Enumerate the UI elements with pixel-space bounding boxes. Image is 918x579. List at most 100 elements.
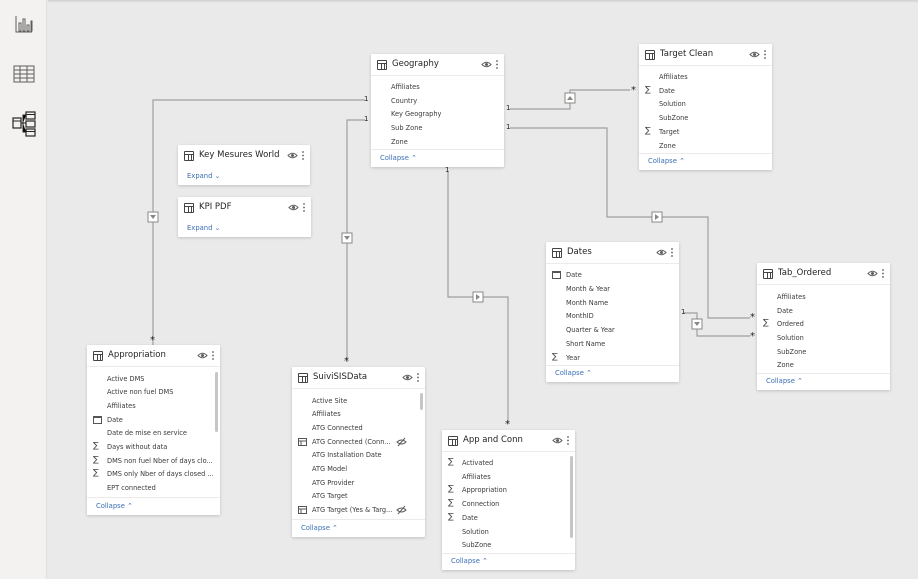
table-header[interactable]: App and Conn [442, 430, 575, 452]
field-row[interactable]: ∑ Target [639, 126, 772, 139]
more-options-icon[interactable] [301, 150, 305, 161]
field-row[interactable]: ∑ Connection [442, 498, 570, 511]
field-row[interactable]: Date de mise en service [87, 427, 215, 440]
table-card-appropriation[interactable]: Appropriation Active DMS Active non fuel… [87, 345, 220, 515]
eye-icon[interactable] [481, 59, 492, 70]
field-row[interactable]: Affiliates [757, 291, 890, 304]
field-row[interactable]: Zone [639, 140, 772, 153]
eye-icon[interactable] [656, 247, 667, 258]
field-row[interactable]: ∑ DMS only Nber of days closed ... [87, 468, 215, 481]
field-row[interactable]: Affiliates [292, 408, 420, 421]
table-header[interactable]: Key Mesures World [178, 145, 310, 167]
scrollbar[interactable] [215, 372, 218, 432]
field-row[interactable]: Affiliates [442, 471, 570, 484]
eye-icon[interactable] [287, 150, 298, 161]
table-card-target-clean[interactable]: Target Clean Affiliates ∑ Date Solution S… [639, 44, 772, 170]
collapse-link[interactable]: Collapse ⌃ [648, 157, 685, 165]
table-header[interactable]: Tab_Ordered [757, 263, 890, 285]
eye-icon[interactable] [867, 268, 878, 279]
eye-icon[interactable] [749, 49, 760, 60]
table-header[interactable]: KPI PDF [178, 197, 311, 219]
table-card-dates[interactable]: Dates Date Month & Year Month Name Month… [546, 242, 679, 382]
table-header[interactable]: SuiviSISData [292, 367, 425, 389]
field-row[interactable]: ATG Model [292, 463, 420, 476]
field-row[interactable]: ATG Target (Yes & Targ... [292, 504, 420, 517]
field-row[interactable]: Solution [442, 526, 570, 539]
field-row[interactable]: ATG Connected (Conn... [292, 436, 420, 449]
field-row[interactable]: MonthID [546, 310, 679, 323]
field-row[interactable]: Key Geography [371, 108, 504, 121]
more-options-icon[interactable] [302, 202, 306, 213]
field-row[interactable]: ATG Provider [292, 477, 420, 490]
scrollbar[interactable] [570, 456, 573, 538]
field-row[interactable]: ∑ Year [546, 352, 679, 365]
field-row[interactable]: ∑ DMS non fuel Nber of days clo... [87, 455, 215, 468]
field-row[interactable]: Date [546, 269, 679, 282]
more-options-icon[interactable] [763, 49, 767, 60]
eye-icon[interactable] [197, 350, 208, 361]
more-options-icon[interactable] [670, 247, 674, 258]
table-header[interactable]: Geography [371, 54, 504, 76]
table-header[interactable]: Dates [546, 242, 679, 264]
field-row[interactable]: SubZone [757, 346, 890, 359]
more-options-icon[interactable] [211, 350, 215, 361]
field-row[interactable]: Affiliates [87, 400, 215, 413]
expand-link[interactable]: Expand ⌄ [187, 172, 220, 180]
table-card-geography[interactable]: Geography Affiliates Country Key Geograp… [371, 54, 504, 167]
table-card-suivisisdata[interactable]: SuiviSISData Active Site Affiliates ATG … [292, 367, 425, 537]
hidden-eye-icon[interactable] [396, 505, 407, 515]
eye-icon[interactable] [402, 372, 413, 383]
more-options-icon[interactable] [566, 435, 570, 446]
collapse-link[interactable]: Collapse ⌃ [555, 369, 592, 377]
field-row[interactable]: Zone [371, 136, 504, 149]
eye-icon[interactable] [552, 435, 563, 446]
table-card-kpi-pdf[interactable]: KPI PDF Expand ⌄ [178, 197, 311, 237]
field-row[interactable]: Solution [639, 98, 772, 111]
cardinality-one: 1 [364, 115, 369, 123]
field-row[interactable]: ATG Installation Date [292, 449, 420, 462]
field-row[interactable]: Date [87, 414, 215, 427]
table-card-tab-ordered[interactable]: Tab_Ordered Affiliates Date ∑ Ordered Sol… [757, 263, 890, 390]
hidden-eye-icon[interactable] [396, 437, 407, 447]
field-row[interactable]: Sub Zone [371, 122, 504, 135]
field-row[interactable]: SubZone [442, 539, 570, 552]
field-row[interactable]: Quarter & Year [546, 324, 679, 337]
field-row[interactable]: Solution [757, 332, 890, 345]
field-row[interactable]: Active DMS [87, 373, 215, 386]
collapse-link[interactable]: Collapse ⌃ [301, 524, 338, 532]
field-row[interactable]: ∑ Appropriation [442, 484, 570, 497]
field-row[interactable]: SubZone [639, 112, 772, 125]
field-row[interactable]: Month Name [546, 297, 679, 310]
field-row[interactable]: Affiliates [639, 71, 772, 84]
table-header[interactable]: Appropriation [87, 345, 220, 367]
more-options-icon[interactable] [416, 372, 420, 383]
field-row[interactable]: Affiliates [371, 81, 504, 94]
field-row[interactable]: Active non fuel DMS [87, 386, 215, 399]
field-row[interactable]: Date [757, 305, 890, 318]
field-row[interactable]: ATG Target [292, 490, 420, 503]
field-row[interactable]: Short Name [546, 338, 679, 351]
eye-icon[interactable] [288, 202, 299, 213]
field-row[interactable]: Active Site [292, 395, 420, 408]
field-row[interactable]: ∑ Days without data [87, 441, 215, 454]
field-row[interactable]: EPT connected [87, 482, 215, 495]
more-options-icon[interactable] [881, 268, 885, 279]
scrollbar[interactable] [420, 393, 423, 410]
table-card-key-mesures-world[interactable]: Key Mesures World Expand ⌄ [178, 145, 310, 185]
table-card-app-and-conn[interactable]: App and Conn ∑ Activated Affiliates ∑ Appr… [442, 430, 575, 570]
collapse-link[interactable]: Collapse ⌃ [96, 502, 133, 510]
field-row[interactable]: Country [371, 95, 504, 108]
table-header[interactable]: Target Clean [639, 44, 772, 66]
field-row[interactable]: Month & Year [546, 283, 679, 296]
field-row[interactable]: Zone [757, 359, 890, 372]
expand-link[interactable]: Expand ⌄ [187, 224, 220, 232]
collapse-link[interactable]: Collapse ⌃ [766, 377, 803, 385]
field-row[interactable]: ∑ Date [442, 512, 570, 525]
field-row[interactable]: ∑ Ordered [757, 318, 890, 331]
field-row[interactable]: ATG Connected [292, 422, 420, 435]
field-row[interactable]: ∑ Activated [442, 457, 570, 470]
more-options-icon[interactable] [495, 59, 499, 70]
collapse-link[interactable]: Collapse ⌃ [380, 154, 417, 162]
collapse-link[interactable]: Collapse ⌃ [451, 557, 488, 565]
field-row[interactable]: ∑ Date [639, 85, 772, 98]
